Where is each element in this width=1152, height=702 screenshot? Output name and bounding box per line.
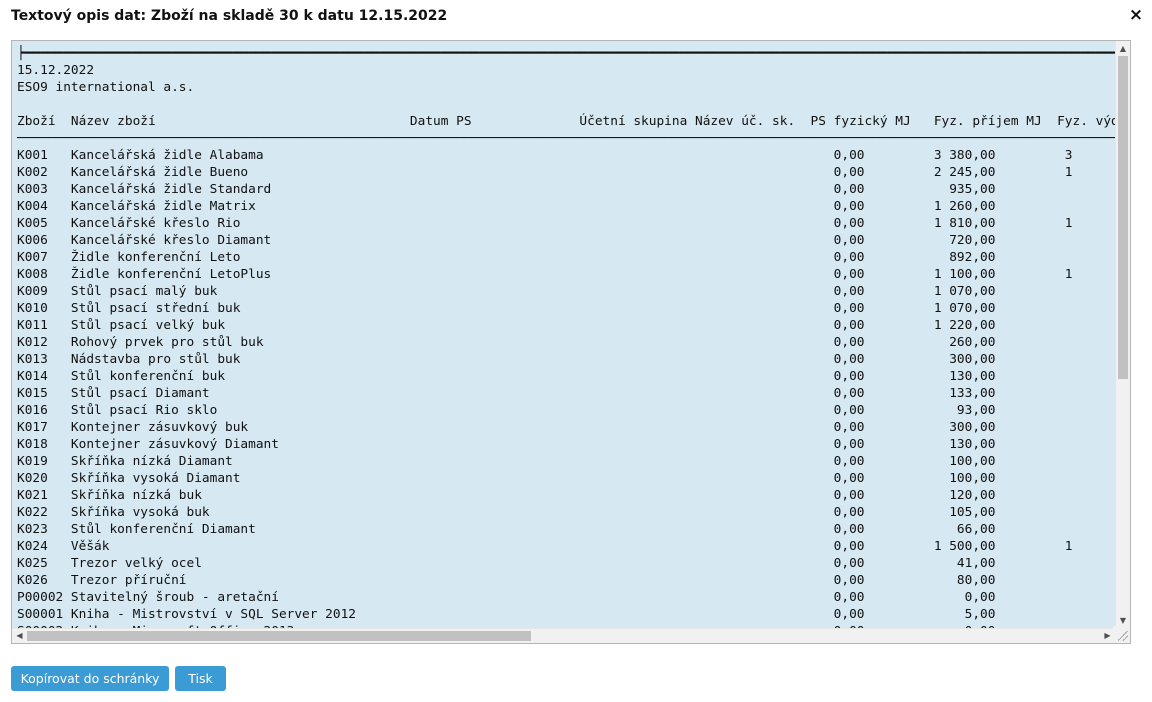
report-line: K012 Rohový prvek pro stůl buk 0,00 260,… xyxy=(17,335,996,350)
report-line: K024 Věšák 0,00 1 500,00 1 xyxy=(17,539,1073,554)
dialog-window: Textový opis dat: Zboží na skladě 30 k d… xyxy=(0,0,1152,702)
close-icon[interactable]: × xyxy=(1128,5,1144,25)
report-line: S00001 Kniha - Mistrovství v SQL Server … xyxy=(17,607,996,622)
report-line: K021 Skříňka nízká buk 0,00 120,00 xyxy=(17,488,996,503)
dialog-title: Textový opis dat: Zboží na skladě 30 k d… xyxy=(11,8,448,24)
report-line: K018 Kontejner zásuvkový Diamant 0,00 13… xyxy=(17,437,996,452)
report-line: ESO9 international a.s. xyxy=(17,80,195,95)
report-line: ┝━━━━━━━━━━━━━━━━━━━━━━━━━━━━━━━━━━━━━━━… xyxy=(17,46,1130,61)
horizontal-scrollbar[interactable]: ◀ ▶ xyxy=(12,628,1115,643)
report-line: K023 Stůl konferenční Diamant 0,00 66,00 xyxy=(17,522,996,537)
report-line: K011 Stůl psací velký buk 0,00 1 220,00 xyxy=(17,318,996,333)
scroll-left-icon[interactable]: ◀ xyxy=(12,629,27,643)
scroll-up-icon[interactable]: ▲ xyxy=(1116,41,1130,56)
vertical-scroll-thumb[interactable] xyxy=(1118,56,1128,379)
resize-grip-icon[interactable] xyxy=(1118,631,1128,641)
report-line: K003 Kancelářská židle Standard 0,00 935… xyxy=(17,182,996,197)
report-line: K009 Stůl psací malý buk 0,00 1 070,00 xyxy=(17,284,996,299)
report-line: K004 Kancelářská židle Matrix 0,00 1 260… xyxy=(17,199,996,214)
report-line: K025 Trezor velký ocel 0,00 41,00 xyxy=(17,556,996,571)
report-text-area[interactable]: ┝━━━━━━━━━━━━━━━━━━━━━━━━━━━━━━━━━━━━━━━… xyxy=(11,40,1131,644)
report-line: K001 Kancelářská židle Alabama 0,00 3 38… xyxy=(17,148,1073,163)
report-line: K016 Stůl psací Rio sklo 0,00 93,00 xyxy=(17,403,996,418)
report-line: K006 Kancelářské křeslo Diamant 0,00 720… xyxy=(17,233,996,248)
report-line: Zboží Název zboží Datum PS Účetní skupin… xyxy=(17,114,1119,129)
report-line: K013 Nádstavba pro stůl buk 0,00 300,00 xyxy=(17,352,996,367)
print-button[interactable]: Tisk xyxy=(175,666,226,691)
report-line: K010 Stůl psací střední buk 0,00 1 070,0… xyxy=(17,301,996,316)
report-line: K026 Trezor příruční 0,00 80,00 xyxy=(17,573,996,588)
report-line: 15.12.2022 xyxy=(17,63,95,78)
report-line: K005 Kancelářské křeslo Rio 0,00 1 810,0… xyxy=(17,216,1073,231)
report-line: K020 Skříňka vysoká Diamant 0,00 100,00 xyxy=(17,471,996,486)
report-line: K008 Židle konferenční LetoPlus 0,00 1 1… xyxy=(17,267,1073,282)
report-line: K002 Kancelářská židle Bueno 0,00 2 245,… xyxy=(17,165,1073,180)
vertical-scrollbar[interactable]: ▲ ▼ xyxy=(1115,41,1130,628)
report-line xyxy=(17,96,1130,113)
report-line: ────────────────────────────────────────… xyxy=(17,131,1131,146)
report-text: ┝━━━━━━━━━━━━━━━━━━━━━━━━━━━━━━━━━━━━━━━… xyxy=(17,45,1131,640)
copy-to-clipboard-button[interactable]: Kopírovat do schránky xyxy=(11,666,169,691)
scrollbar-corner xyxy=(1113,626,1130,643)
report-line: K019 Skříňka nízká Diamant 0,00 100,00 xyxy=(17,454,996,469)
report-line: K015 Stůl psací Diamant 0,00 133,00 xyxy=(17,386,996,401)
report-line: K014 Stůl konferenční buk 0,00 130,00 xyxy=(17,369,996,384)
report-line: K022 Skříňka vysoká buk 0,00 105,00 xyxy=(17,505,996,520)
report-line: K007 Židle konferenční Leto 0,00 892,00 xyxy=(17,250,996,265)
report-line: K017 Kontejner zásuvkový buk 0,00 300,00 xyxy=(17,420,996,435)
horizontal-scroll-thumb[interactable] xyxy=(27,631,531,641)
report-line: P00002 Stavitelný šroub - aretační 0,00 … xyxy=(17,590,996,605)
